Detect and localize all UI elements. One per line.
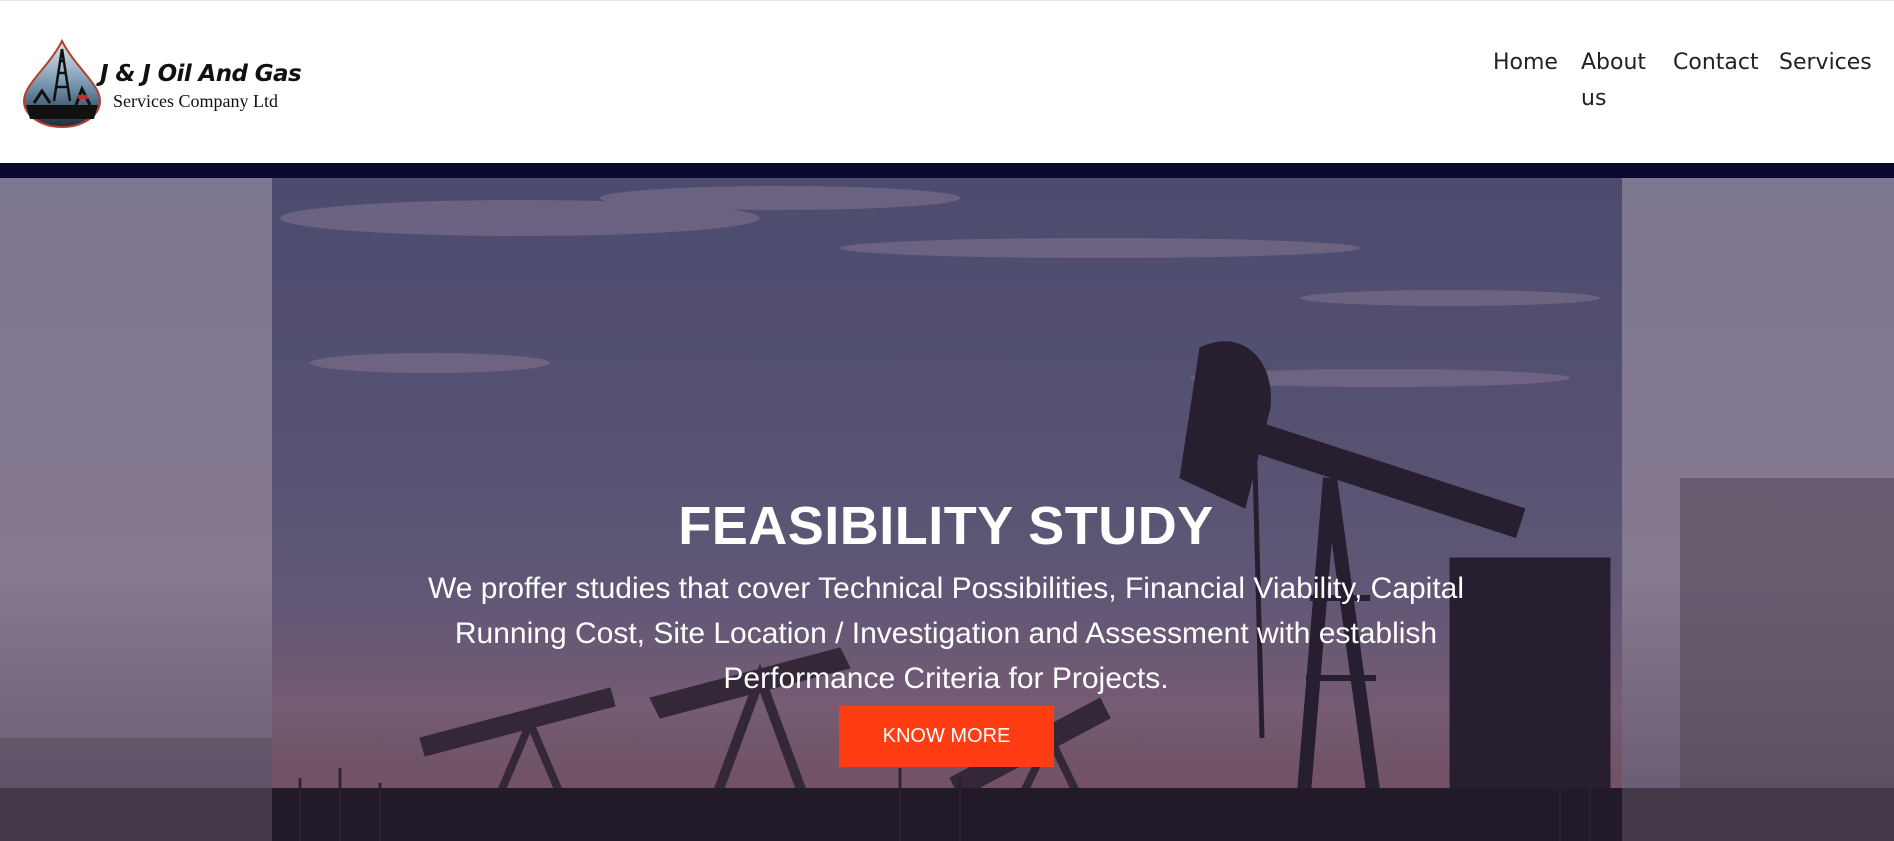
brand-subtitle: Services Company Ltd (113, 91, 278, 111)
main-nav: Home About us Contact Services (1490, 45, 1890, 125)
hero-title: FEASIBILITY STUDY (678, 496, 1214, 556)
nav-about-link[interactable]: About us (1581, 45, 1659, 117)
hero-content: FEASIBILITY STUDY We proffer studies tha… (420, 494, 1472, 701)
brand-title: J & J Oil And Gas (100, 61, 302, 87)
header-divider-bar (0, 163, 1894, 178)
brand-logo-link[interactable]: J & J Oil And Gas Services Company Ltd (20, 39, 320, 129)
hero-slider: FEASIBILITY STUDY We proffer studies tha… (0, 178, 1894, 841)
hero-side-blur-right (1622, 178, 1894, 841)
nav-home-link[interactable]: Home (1493, 45, 1558, 81)
site-header: J & J Oil And Gas Services Company Ltd H… (0, 0, 1894, 163)
hero-description: We proffer studies that cover Technical … (427, 572, 1465, 695)
nav-services-link[interactable]: Services (1779, 45, 1872, 81)
know-more-button[interactable]: KNOW MORE (839, 706, 1054, 767)
oil-derrick-drop-logo-icon (22, 39, 102, 128)
nav-contact-link[interactable]: Contact (1673, 45, 1759, 81)
hero-side-blur-left (0, 178, 272, 841)
